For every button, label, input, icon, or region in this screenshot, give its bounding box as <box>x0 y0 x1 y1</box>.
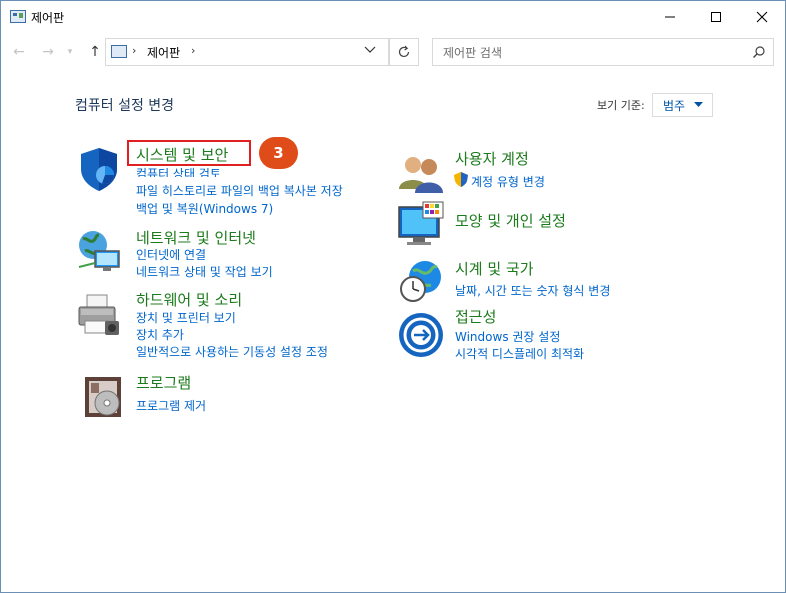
category-appearance-personalization[interactable]: 모양 및 개인 설정 <box>455 210 566 231</box>
link-date-time-format[interactable]: 날짜, 시간 또는 숫자 형식 변경 <box>455 282 610 299</box>
link-windows-recommended-settings[interactable]: Windows 권장 설정 <box>455 328 560 345</box>
search-box[interactable]: 제어판 검색 <box>432 38 774 66</box>
up-arrow-icon[interactable]: ↑ <box>85 42 105 62</box>
dropdown-triangle-icon <box>694 102 703 107</box>
link-add-device[interactable]: 장치 추가 <box>136 326 184 343</box>
control-panel-app-icon <box>10 10 26 23</box>
step-number-badge: 3 <box>259 137 298 169</box>
accessibility-icon[interactable] <box>397 311 445 359</box>
link-review-computer-status[interactable]: 컴퓨터 상태 검토 <box>136 165 221 177</box>
maximize-icon <box>711 12 721 22</box>
programs-disc-icon[interactable] <box>81 373 129 421</box>
minimize-button[interactable] <box>647 1 693 32</box>
category-clock-region[interactable]: 시계 및 국가 <box>455 258 534 279</box>
link-uninstall-program[interactable]: 프로그램 제거 <box>136 397 206 414</box>
close-button[interactable] <box>739 1 785 32</box>
refresh-button[interactable] <box>389 38 419 66</box>
category-ease-of-access[interactable]: 접근성 <box>455 306 496 327</box>
link-optimize-visual-display[interactable]: 시각적 디스플레이 최적화 <box>455 345 584 362</box>
recent-locations-chevron-icon[interactable]: ▾ <box>63 42 77 62</box>
address-bar[interactable]: › 제어판 › <box>105 38 389 66</box>
search-input[interactable]: 제어판 검색 <box>443 44 502 61</box>
printer-icon[interactable] <box>75 291 123 339</box>
minimize-icon <box>665 16 675 18</box>
category-system-security[interactable]: 시스템 및 보안 <box>136 144 228 165</box>
link-devices-printers[interactable]: 장치 및 프린터 보기 <box>136 309 236 326</box>
category-user-accounts[interactable]: 사용자 계정 <box>455 148 529 169</box>
refresh-icon <box>398 45 410 58</box>
control-panel-icon <box>111 45 127 58</box>
search-icon[interactable] <box>752 45 766 59</box>
uac-shield-icon <box>454 172 468 187</box>
breadcrumb-control-panel[interactable]: 제어판 <box>147 44 180 61</box>
link-mobility-settings[interactable]: 일반적으로 사용하는 기동성 설정 조정 <box>136 343 328 360</box>
network-globe-icon[interactable] <box>75 227 123 275</box>
forward-arrow-icon[interactable]: → <box>38 42 58 62</box>
title-bar[interactable]: 제어판 <box>1 1 785 32</box>
category-programs[interactable]: 프로그램 <box>136 372 191 393</box>
link-connect-internet[interactable]: 인터넷에 연결 <box>136 246 206 263</box>
window-title: 제어판 <box>31 11 65 25</box>
page-title: 컴퓨터 설정 변경 <box>75 98 175 114</box>
link-change-account-type[interactable]: 계정 유형 변경 <box>471 173 545 190</box>
view-by-dropdown[interactable]: 범주 <box>652 93 713 117</box>
category-network-internet[interactable]: 네트워크 및 인터넷 <box>136 227 256 248</box>
control-panel-window: 제어판 ← → ▾ ↑ › 제어판 › 제어판 검색 컴퓨터 설정 변경 보기 … <box>0 0 786 593</box>
maximize-button[interactable] <box>693 1 739 32</box>
chevron-down-icon[interactable] <box>364 46 376 54</box>
shield-icon[interactable] <box>75 145 123 193</box>
back-arrow-icon[interactable]: ← <box>9 42 29 62</box>
view-by-value[interactable]: 범주 <box>663 97 685 114</box>
users-icon[interactable] <box>397 149 445 197</box>
link-network-status[interactable]: 네트워크 상태 및 작업 보기 <box>136 263 273 280</box>
breadcrumb-chevron-icon[interactable]: › <box>132 44 136 57</box>
monitor-color-icon[interactable] <box>397 201 445 249</box>
view-by-label: 보기 기준: <box>597 99 645 112</box>
link-file-history-backup[interactable]: 파일 히스토리로 파일의 백업 복사본 저장 <box>136 182 343 199</box>
close-icon <box>756 11 768 23</box>
category-hardware-sound[interactable]: 하드웨어 및 소리 <box>136 289 242 310</box>
link-backup-restore[interactable]: 백업 및 복원(Windows 7) <box>136 200 273 217</box>
clock-globe-icon[interactable] <box>397 257 445 305</box>
breadcrumb-chevron-icon[interactable]: › <box>191 44 195 57</box>
